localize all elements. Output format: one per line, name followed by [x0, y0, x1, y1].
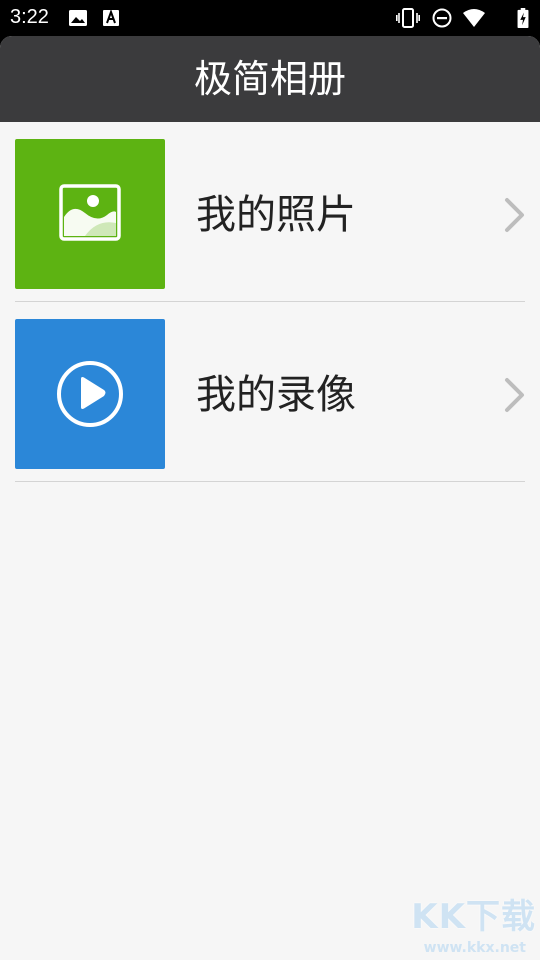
watermark-url: www.kkx.net: [423, 940, 526, 956]
videos-tile: [15, 319, 165, 469]
status-bar: 3:22: [0, 0, 540, 36]
photo-icon: [59, 184, 121, 241]
photos-tile: [15, 139, 165, 289]
menu-item-label: 我的照片: [196, 192, 356, 238]
chevron-right-icon: [505, 378, 524, 412]
play-circle-icon: [57, 361, 123, 427]
menu-item-label: 我的录像: [196, 372, 356, 418]
page-title: 极简相册: [193, 57, 346, 101]
battery-charging-icon: [517, 8, 529, 28]
watermark-logo: KK下载: [411, 897, 536, 937]
app-screen: 极简相册 我的照片 我的录像 KK下载 www.kkx.net: [0, 36, 540, 960]
vibrate-icon: [396, 8, 420, 28]
title-bar: 极简相册: [0, 36, 540, 122]
do-not-disturb-icon: [432, 8, 452, 28]
divider: [15, 481, 525, 482]
status-time: 3:22: [10, 6, 49, 28]
menu-list: 我的照片 我的录像: [0, 122, 540, 482]
image-icon: [69, 10, 87, 26]
chevron-right-icon: [505, 198, 524, 232]
menu-item-photos[interactable]: 我的照片: [0, 122, 540, 302]
font-a-icon: [103, 9, 119, 26]
menu-item-videos[interactable]: 我的录像: [0, 302, 540, 482]
wifi-icon: [463, 9, 485, 27]
